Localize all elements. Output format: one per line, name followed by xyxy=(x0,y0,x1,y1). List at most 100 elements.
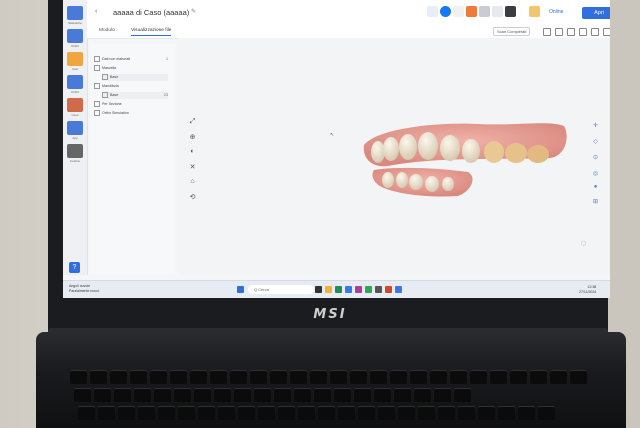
tooth-8 xyxy=(505,143,527,163)
tree-row[interactable]: Base xyxy=(102,74,168,81)
right-tool-3-icon[interactable]: ⊙ xyxy=(591,154,600,161)
taskbar-app-3-icon[interactable] xyxy=(335,286,342,293)
tool-icon-4[interactable] xyxy=(579,28,587,36)
right-tool-4-icon[interactable]: ◎ xyxy=(591,170,600,177)
taskbar-app-2-icon[interactable] xyxy=(325,286,332,293)
3d-viewport[interactable] xyxy=(178,38,610,275)
tree-row-label: Mandibola xyxy=(102,84,119,88)
keyboard-key xyxy=(394,388,411,402)
right-tool-6-icon[interactable]: ⊞ xyxy=(591,198,600,205)
taskbar-app-5-icon[interactable] xyxy=(355,286,362,293)
tree-row[interactable]: Ortho Simulation xyxy=(94,110,168,117)
app-icon-3[interactable] xyxy=(466,6,477,17)
app-icon-5[interactable] xyxy=(492,6,503,17)
weather-widget[interactable]: Angoli nuvole Parzialmente nuvol. xyxy=(69,284,100,294)
taskbar-app-9-icon[interactable] xyxy=(395,286,402,293)
view-tool-3-icon[interactable]: ◐ xyxy=(188,148,197,155)
keyboard-key xyxy=(570,370,587,384)
chart-icon[interactable] xyxy=(67,6,83,20)
plugin-icon[interactable] xyxy=(427,6,438,17)
app-icon-2[interactable] xyxy=(453,6,464,17)
taskbar-app-4-icon[interactable] xyxy=(345,286,352,293)
keyboard-key xyxy=(150,370,167,384)
checkbox-icon[interactable] xyxy=(94,65,100,72)
open-button[interactable]: Apri xyxy=(582,7,610,19)
keyboard-key xyxy=(130,370,147,384)
keyboard-key xyxy=(254,388,271,402)
taskbar-app-6-icon[interactable] xyxy=(365,286,372,293)
right-tool-5-icon[interactable]: ● xyxy=(591,184,600,190)
checkbox-icon[interactable] xyxy=(102,92,108,99)
orientation-cube-icon[interactable]: ◌ xyxy=(579,238,588,249)
app-icon-4[interactable] xyxy=(479,6,490,17)
keyboard-key xyxy=(518,406,535,420)
view-tool-2-icon[interactable]: ⊕ xyxy=(188,133,197,141)
online-status[interactable]: Online xyxy=(549,9,563,15)
view-tool-6-icon[interactable]: ⟲ xyxy=(188,193,197,201)
lower-tooth-1 xyxy=(382,172,394,188)
view-tool-1-icon[interactable]: ⤢ xyxy=(188,118,197,126)
taskbar-app-1-icon[interactable] xyxy=(315,286,322,293)
checkbox-icon[interactable] xyxy=(94,56,100,63)
taskbar-app-8-icon[interactable] xyxy=(385,286,392,293)
checkbox-icon[interactable] xyxy=(94,101,100,108)
app-icon-7[interactable] xyxy=(529,6,540,17)
tree-row-label: Ortho Simulation xyxy=(102,111,129,115)
tool-icon-2[interactable] xyxy=(555,28,563,36)
keyboard-key xyxy=(398,406,415,420)
case-title: aaaaa di Caso (aaaaa) xyxy=(113,8,190,17)
keyboard-key xyxy=(198,406,215,420)
folder-icon[interactable] xyxy=(67,52,83,66)
help-button[interactable]: ? xyxy=(69,262,80,273)
tab-modulo[interactable]: Modulo xyxy=(99,28,115,33)
keyboard-key xyxy=(98,406,115,420)
tree-row[interactable]: Mandibola xyxy=(94,83,168,90)
lower-tooth-2 xyxy=(396,172,408,188)
keyboard-key xyxy=(550,370,567,384)
app-icon-6[interactable] xyxy=(505,6,516,17)
taskbar-app-7-icon[interactable] xyxy=(375,286,382,293)
tree-row-label: Mascella xyxy=(102,66,117,70)
tool-icon-1[interactable] xyxy=(543,28,551,36)
keyboard-key xyxy=(234,388,251,402)
back-button[interactable]: ‹ xyxy=(95,8,97,15)
tooth-icon[interactable] xyxy=(67,98,83,112)
tree-row[interactable]: Dati non elaborati 1 xyxy=(94,56,168,63)
keyboard-key xyxy=(178,406,195,420)
view-tool-4-icon[interactable]: ✕ xyxy=(188,163,197,171)
keyboard-key xyxy=(294,388,311,402)
tree-row[interactable]: Mascella xyxy=(94,65,168,72)
trash-icon[interactable] xyxy=(67,144,83,158)
taskbar-clock[interactable]: 12:38 27/11/2024 xyxy=(579,285,596,295)
checkbox-icon[interactable] xyxy=(94,83,100,90)
right-tool-1-icon[interactable]: ✛ xyxy=(591,122,600,129)
tree-row-label: Base xyxy=(110,93,119,97)
keyboard-key xyxy=(218,406,235,420)
file-tree-panel: Dati non elaborati 1 Mascella Base Mandibola… xyxy=(90,44,175,274)
facebook-icon[interactable] xyxy=(440,6,451,17)
grid-icon[interactable] xyxy=(67,121,83,135)
sidebar-item-label: Statistiche xyxy=(68,21,82,25)
tab-visualizzazione[interactable]: Visualizzazione file xyxy=(131,28,172,36)
checkbox-icon[interactable] xyxy=(94,110,100,117)
checkbox-icon[interactable] xyxy=(102,74,108,81)
tool-icon-3[interactable] xyxy=(567,28,575,36)
scan-completed-button[interactable]: Scan Completati xyxy=(493,27,531,36)
view-tool-5-icon[interactable]: ⌂ xyxy=(188,178,197,185)
tree-row[interactable]: Per Sezione xyxy=(94,101,168,108)
keyboard-key xyxy=(298,406,315,420)
keyboard-key xyxy=(418,406,435,420)
flask-icon[interactable] xyxy=(67,29,83,43)
tool-icon-6[interactable] xyxy=(603,28,610,36)
right-tool-2-icon[interactable]: ◇ xyxy=(591,138,600,145)
keyboard-key xyxy=(450,370,467,384)
monitor-icon[interactable] xyxy=(67,75,83,89)
edit-pencil-icon[interactable]: ✎ xyxy=(191,8,196,15)
tool-icon-5[interactable] xyxy=(591,28,599,36)
tree-row[interactable]: Base 23 xyxy=(102,92,168,99)
taskbar-search[interactable]: Q Cerca xyxy=(248,285,314,294)
keyboard-key xyxy=(354,388,371,402)
lower-tooth-3 xyxy=(409,174,423,190)
weather-subtext: Parzialmente nuvol. xyxy=(69,289,100,293)
start-icon[interactable] xyxy=(237,286,244,293)
